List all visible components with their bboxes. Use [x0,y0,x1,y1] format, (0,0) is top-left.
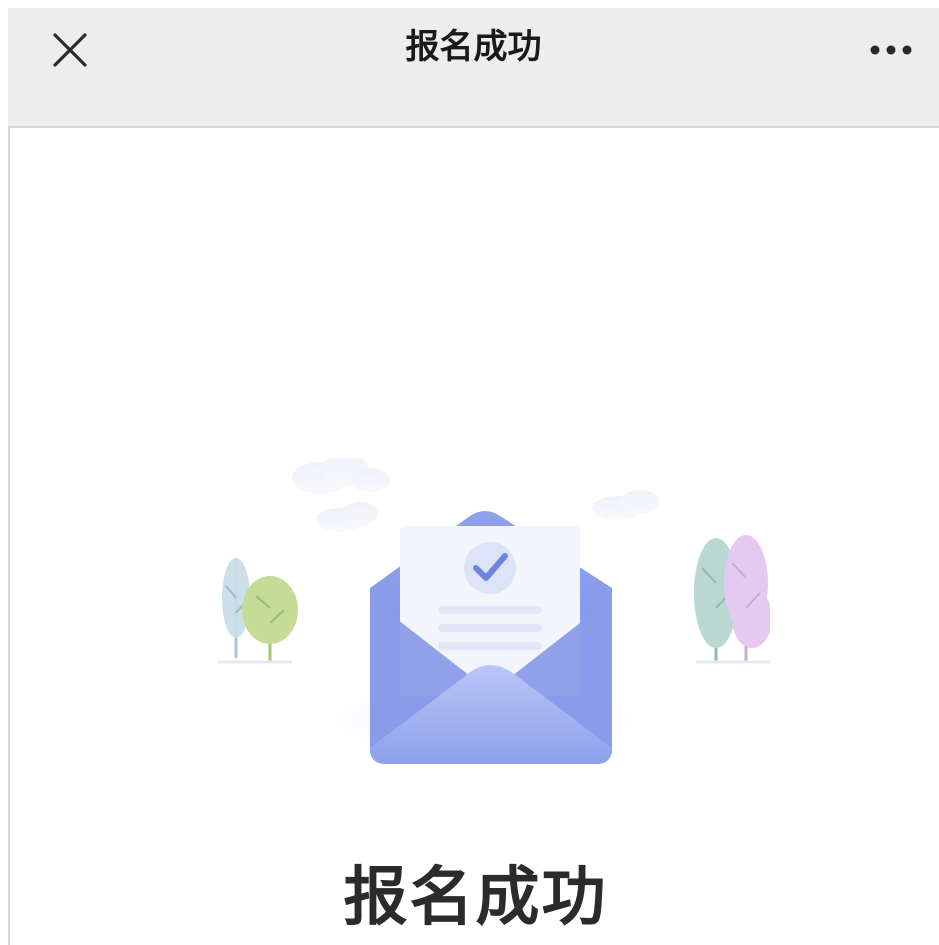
envelope-check-illustration [218,458,770,766]
main-content: 报名成功 [8,128,939,945]
success-title: 报名成功 [343,861,608,935]
more-button[interactable] [867,32,915,68]
cloud-right [592,490,660,520]
tree-right-pink [724,535,770,663]
check-circle [464,542,516,594]
cloud-left-small [316,502,378,532]
cloud-left [292,458,390,494]
app-frame: 报名成功 报名成功 [8,8,939,945]
tree-left-green [242,576,298,663]
nav-bar: 报名成功 [8,8,939,128]
page-title: 报名成功 [405,27,542,67]
more-icon [870,45,912,55]
